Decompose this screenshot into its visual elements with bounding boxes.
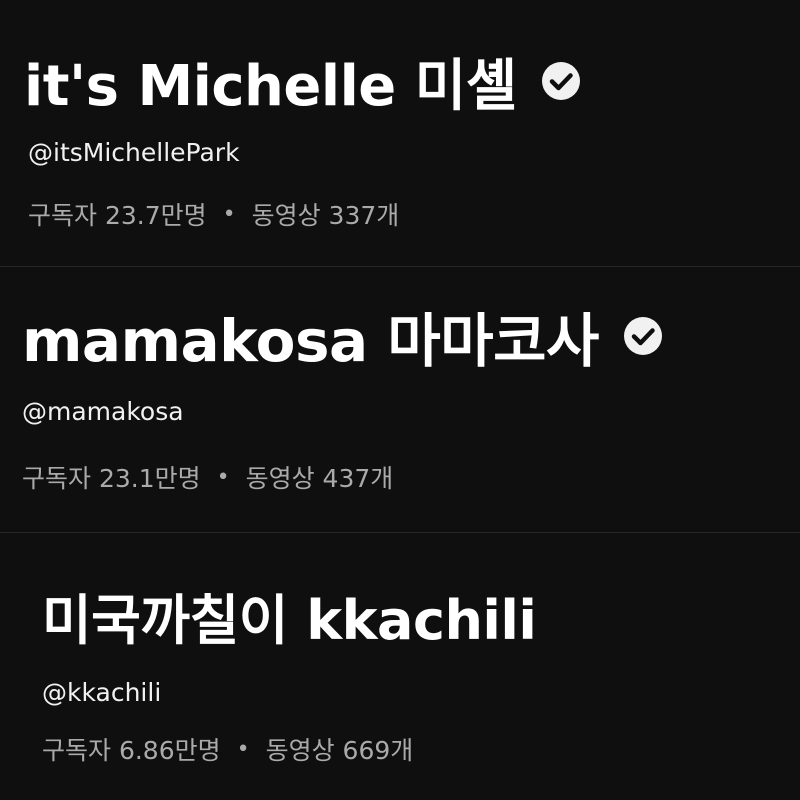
video-count: 동영상 437개 [245, 464, 394, 493]
meta-separator: • [216, 464, 230, 490]
meta-separator: • [236, 736, 250, 762]
meta-separator: • [222, 201, 236, 227]
channel-item-michelle[interactable]: it's Michelle 미셸 @itsMichellePark 구독자 23… [0, 0, 800, 266]
channel-item-kkachili[interactable]: 미국까칠이 kkachili @kkachili 구독자 6.86만명 • 동영… [0, 533, 800, 800]
channel-name[interactable]: mamakosa 마마코사 [22, 294, 599, 378]
video-count: 동영상 337개 [251, 201, 400, 230]
channel-meta: 구독자 6.86만명 • 동영상 669개 [42, 731, 413, 767]
channel-name[interactable]: it's Michelle 미셸 [24, 41, 517, 122]
video-count: 동영상 669개 [265, 736, 414, 765]
channel-name[interactable]: 미국까칠이 kkachili [42, 576, 537, 655]
subscriber-count: 구독자 6.86만명 [42, 736, 221, 765]
channel-list: it's Michelle 미셸 @itsMichellePark 구독자 23… [0, 0, 800, 800]
verified-check-icon [541, 61, 581, 101]
subscriber-count: 구독자 23.1만명 [22, 464, 201, 493]
channel-handle: @mamakosa [22, 397, 184, 426]
verified-check-icon [623, 316, 663, 356]
channel-handle: @itsMichellePark [28, 138, 240, 167]
channel-name-row: 미국까칠이 kkachili [42, 579, 537, 652]
channel-item-mamakosa[interactable]: mamakosa 마마코사 @mamakosa 구독자 23.1만명 • 동영상… [0, 267, 800, 533]
channel-name-row: it's Michelle 미셸 [24, 46, 581, 119]
subscriber-count: 구독자 23.7만명 [28, 201, 207, 230]
channel-meta: 구독자 23.7만명 • 동영상 337개 [28, 196, 399, 232]
channel-name-row: mamakosa 마마코사 [22, 299, 663, 375]
channel-handle: @kkachili [42, 678, 162, 707]
channel-meta: 구독자 23.1만명 • 동영상 437개 [22, 459, 393, 495]
